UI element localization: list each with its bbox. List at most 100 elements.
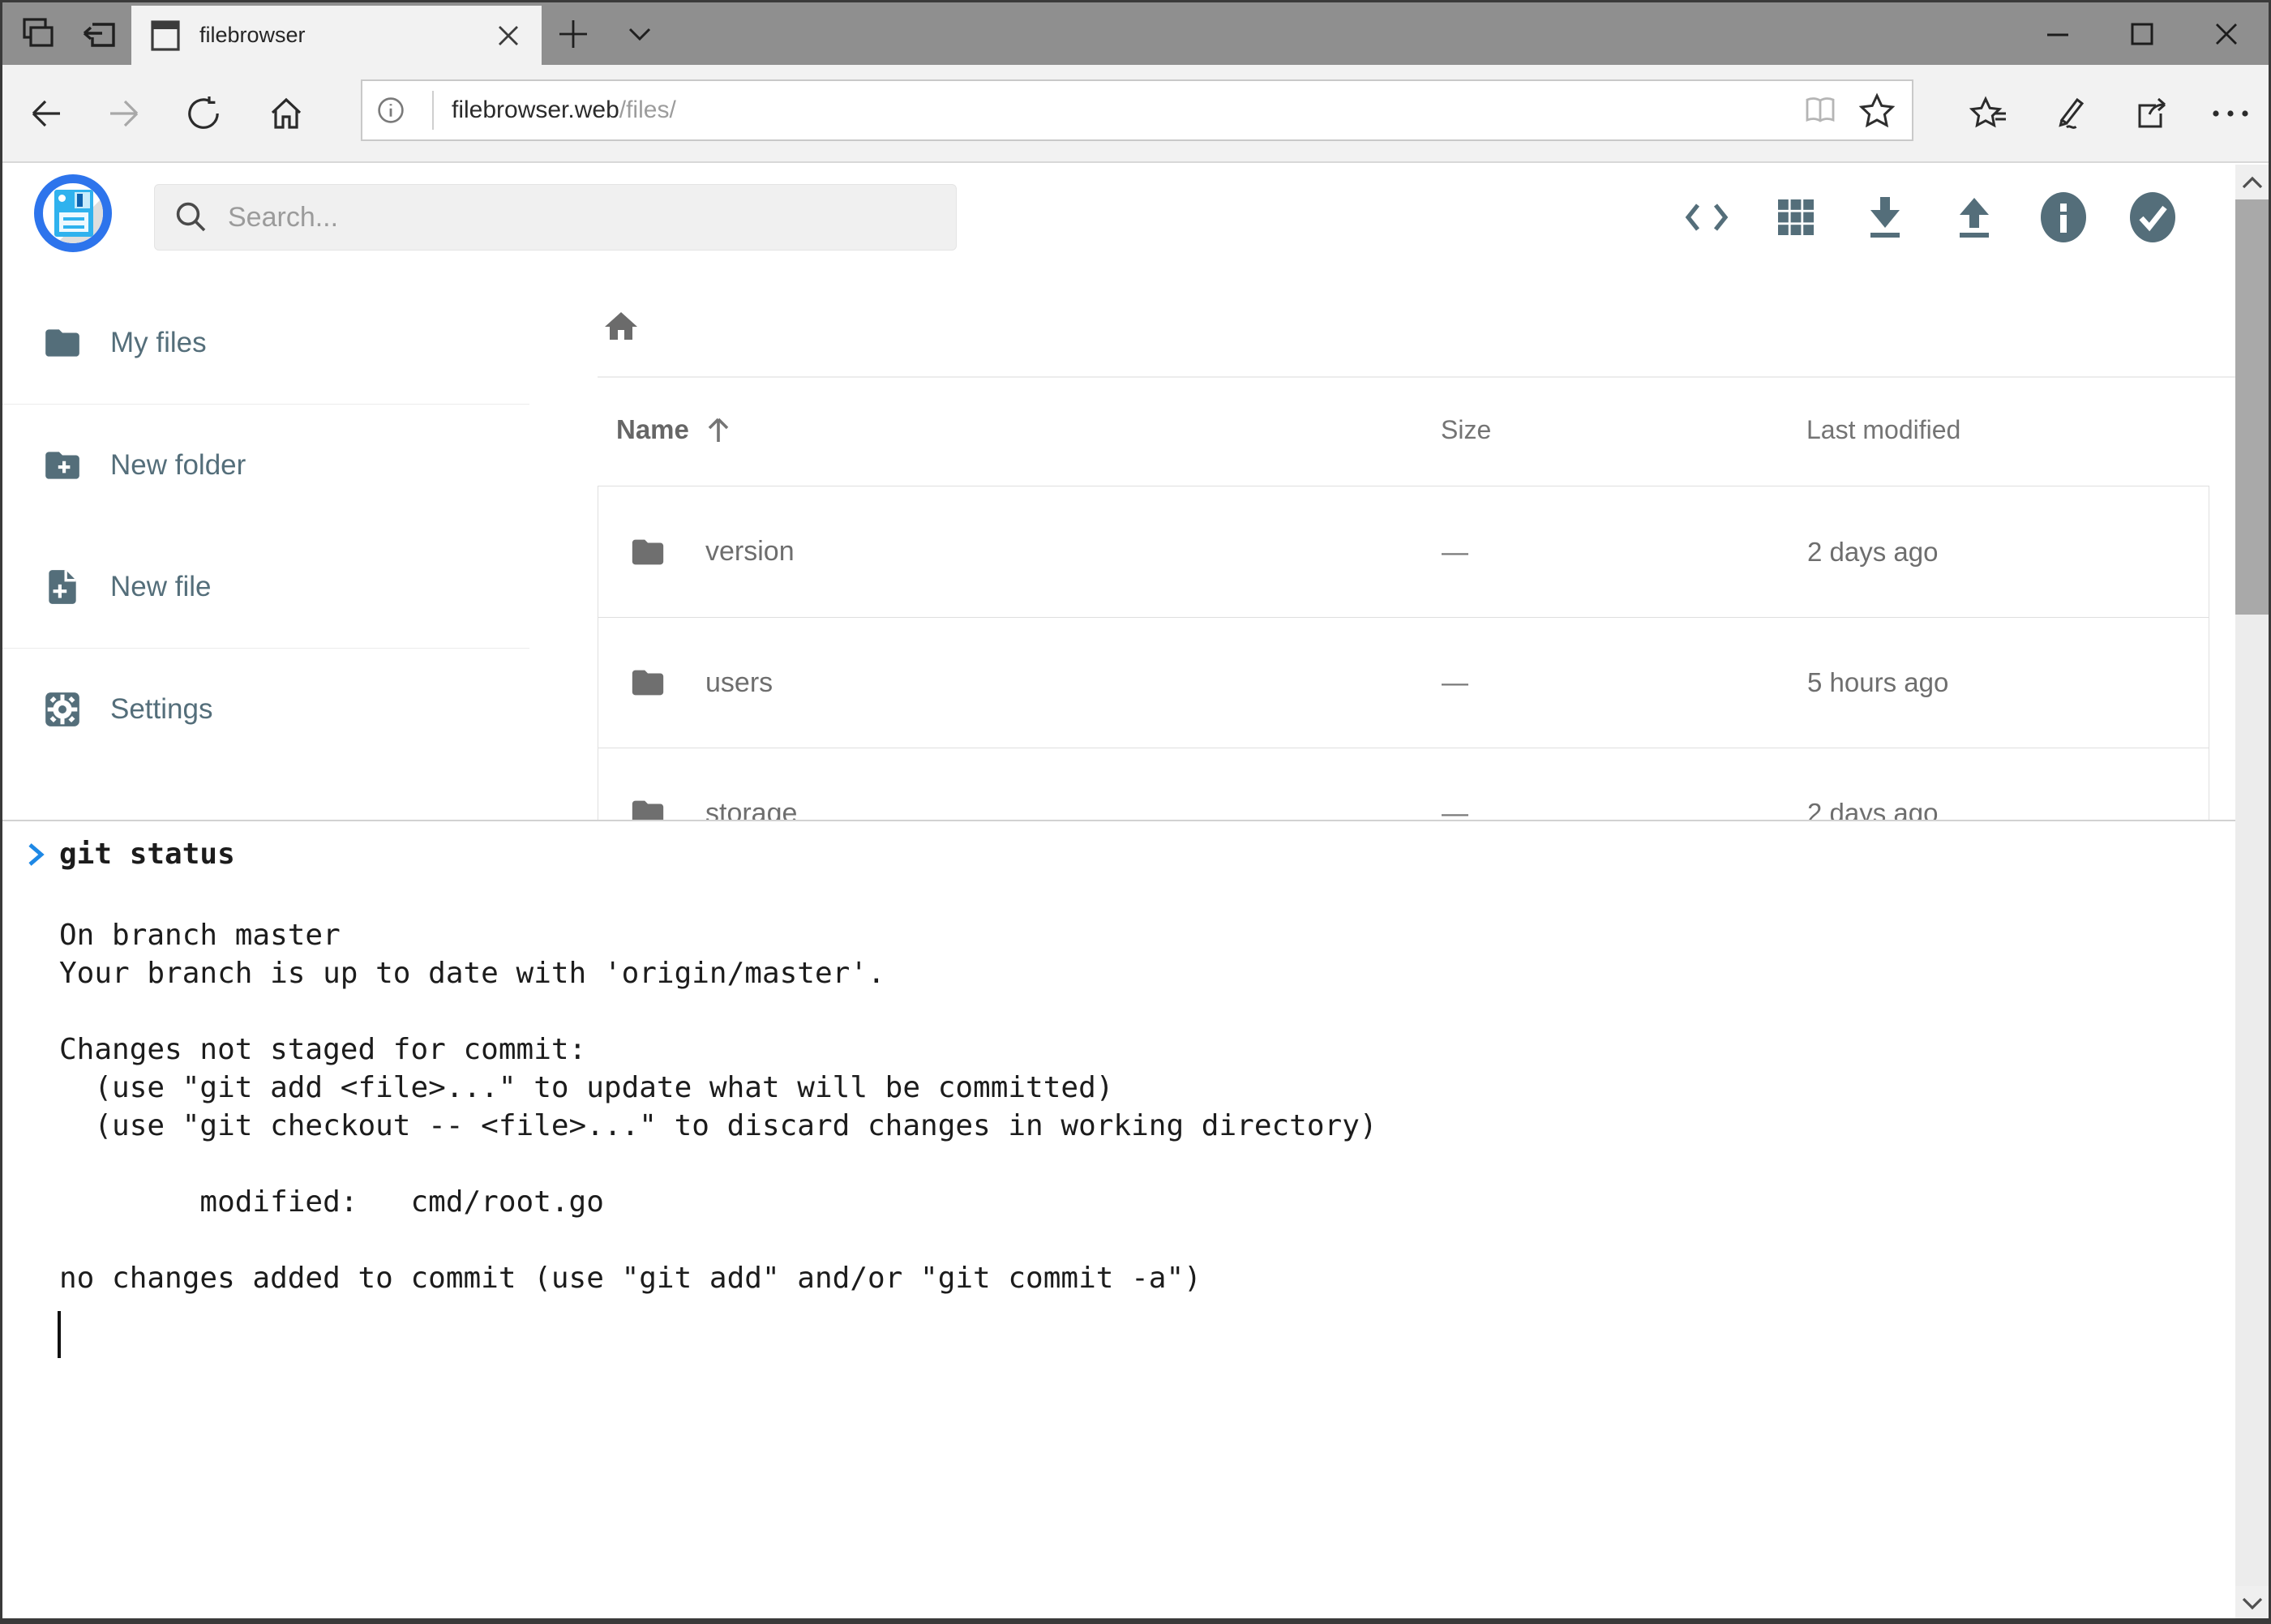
sidebar-item-label: New folder	[110, 449, 246, 482]
new-tab-button[interactable]	[541, 2, 606, 65]
scroll-up-button[interactable]	[2235, 165, 2269, 199]
download-icon	[1863, 194, 1907, 241]
minimize-button[interactable]	[2016, 2, 2100, 65]
download-button[interactable]	[1856, 185, 1914, 250]
sidebar-item-my-files[interactable]: My files	[2, 282, 529, 404]
title-bar: filebrowser	[2, 2, 2269, 65]
column-header-name[interactable]: Name	[598, 414, 1441, 445]
set-tabs-aside-icon	[78, 15, 120, 54]
prompt-chevron-icon	[25, 840, 46, 869]
back-button[interactable]	[7, 65, 85, 161]
sidebar-item-settings[interactable]: Settings	[2, 649, 529, 770]
grid-view-button[interactable]	[1767, 185, 1825, 250]
new-file-icon	[42, 567, 83, 607]
filebrowser-logo	[34, 174, 112, 252]
app-header	[2, 165, 2235, 262]
info-circle-icon	[2039, 191, 2088, 244]
scroll-down-button[interactable]	[2235, 1586, 2269, 1621]
info-button[interactable]	[2034, 185, 2093, 250]
sidebar-item-new-file[interactable]: New file	[2, 526, 529, 648]
page-viewport: My files New folder New file	[2, 165, 2269, 1621]
check-circle-icon	[2128, 191, 2177, 244]
refresh-button[interactable]	[165, 65, 242, 161]
terminal-cursor	[58, 1311, 61, 1358]
upload-icon	[1952, 194, 1996, 241]
folder-icon	[629, 664, 666, 701]
header-actions	[1678, 185, 2182, 250]
maximize-icon	[2130, 22, 2154, 46]
sort-up-icon	[705, 414, 731, 445]
sidebar-item-new-folder[interactable]: New folder	[2, 405, 529, 526]
breadcrumb-home-button[interactable]	[595, 301, 647, 353]
annotate-pen-icon	[2049, 94, 2088, 133]
window-controls	[2016, 2, 2269, 65]
tab-title: filebrowser	[199, 23, 495, 48]
annotate-button[interactable]	[2029, 65, 2107, 161]
file-row-users[interactable]: users — 5 hours ago	[598, 617, 2209, 748]
search-icon	[155, 199, 228, 235]
code-icon	[1683, 200, 1730, 234]
search-input[interactable]	[228, 202, 956, 234]
browser-toolbar: filebrowser.web/files/	[2, 65, 2269, 163]
share-icon	[2132, 94, 2170, 133]
file-name: version	[705, 536, 795, 568]
terminal-command: git status	[59, 838, 235, 871]
page-icon	[151, 19, 180, 53]
terminal-prompt-row: git status	[25, 838, 235, 871]
file-row-version[interactable]: version — 2 days ago	[598, 486, 2209, 617]
upload-button[interactable]	[1945, 185, 2003, 250]
settings-more-button[interactable]	[2192, 65, 2269, 161]
browser-window: filebrowser	[0, 0, 2271, 1624]
browser-tab[interactable]: filebrowser	[131, 6, 542, 65]
file-name: users	[705, 667, 773, 699]
site-info-button[interactable]	[362, 81, 419, 139]
more-icon	[2211, 109, 2250, 118]
terminal-output: On branch master Your branch is up to da…	[59, 878, 1378, 1297]
new-tab-icon	[557, 18, 589, 50]
sidebar: My files New folder New file	[2, 282, 529, 770]
new-folder-icon	[42, 445, 83, 486]
close-tab-icon[interactable]	[495, 22, 522, 49]
close-window-button[interactable]	[2184, 2, 2269, 65]
column-header-size[interactable]: Size	[1441, 415, 1806, 445]
share-button[interactable]	[2112, 65, 2190, 161]
search-bar[interactable]	[154, 184, 957, 251]
reading-view-button[interactable]	[1792, 81, 1849, 139]
shell-button[interactable]	[1678, 185, 1736, 250]
tab-dropdown-icon	[623, 18, 656, 50]
minimize-icon	[2046, 22, 2070, 46]
grid-view-icon	[1775, 196, 1817, 238]
page-scrollbar[interactable]	[2235, 165, 2269, 1621]
reading-view-icon	[1803, 96, 1837, 125]
hub-button[interactable]	[1950, 65, 2028, 161]
terminal-panel[interactable]: git status On branch master Your branch …	[2, 820, 2235, 1621]
back-icon	[28, 95, 65, 132]
tab-preview-icon	[18, 15, 60, 54]
sidebar-item-label: My files	[110, 327, 207, 359]
add-favorite-button[interactable]	[1849, 81, 1905, 139]
folder-icon	[42, 323, 83, 363]
select-multiple-button[interactable]	[2123, 185, 2182, 250]
listing-header: Name Size Last modified	[598, 404, 2207, 456]
chevron-up-icon	[2241, 175, 2264, 190]
chevron-down-icon	[2241, 1596, 2264, 1611]
url-path: /files/	[619, 96, 676, 123]
tab-list-dropdown-button[interactable]	[607, 2, 672, 65]
file-size: —	[1442, 667, 1807, 698]
file-modified: 5 hours ago	[1807, 667, 2209, 698]
floppy-disk-icon	[54, 190, 93, 237]
favorite-star-icon	[1858, 92, 1896, 128]
sidebar-item-label: Settings	[110, 693, 212, 726]
home-icon	[268, 95, 305, 132]
forward-button[interactable]	[85, 65, 163, 161]
column-name-label: Name	[616, 414, 689, 445]
scrollbar-thumb[interactable]	[2235, 199, 2269, 615]
close-window-icon	[2213, 21, 2239, 47]
address-bar[interactable]: filebrowser.web/files/	[361, 79, 1913, 141]
gear-icon	[42, 689, 83, 730]
set-tabs-aside-button[interactable]	[64, 2, 134, 65]
home-button[interactable]	[247, 65, 325, 161]
column-header-modified[interactable]: Last modified	[1806, 415, 2207, 445]
maximize-button[interactable]	[2100, 2, 2184, 65]
url-text[interactable]: filebrowser.web/files/	[452, 96, 1792, 124]
